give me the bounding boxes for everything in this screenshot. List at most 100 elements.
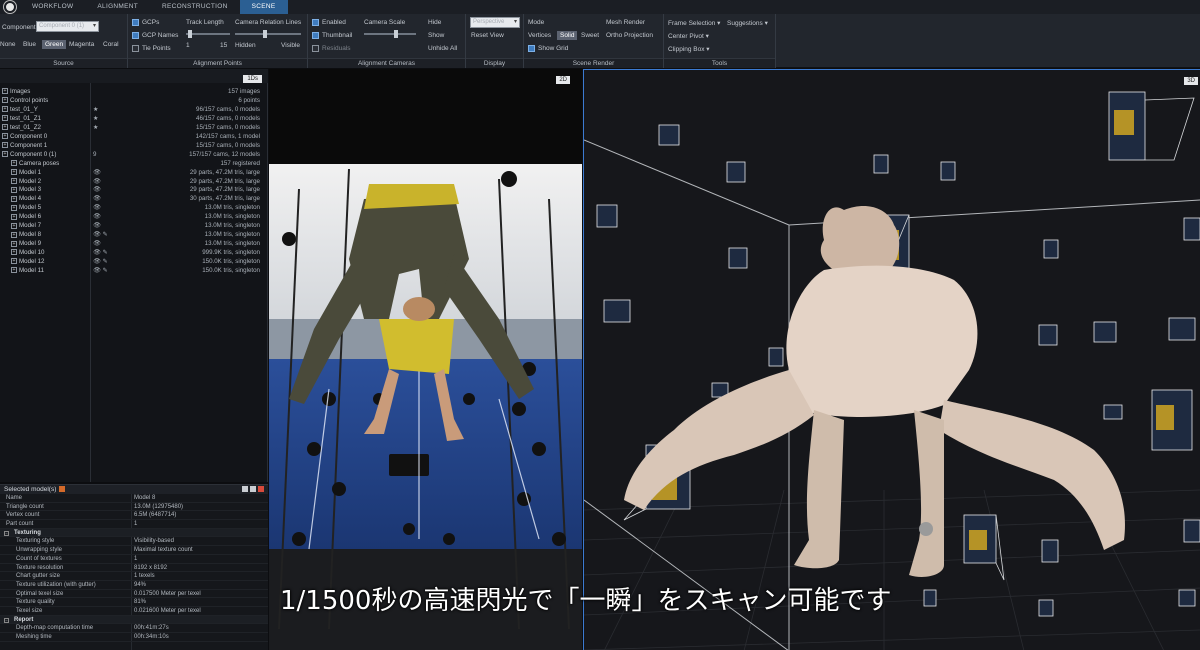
- tree-row-flag-icon[interactable]: 👁: [93, 168, 101, 177]
- tree-row-flag-icon[interactable]: 👁: [93, 221, 101, 230]
- expand-icon[interactable]: +: [2, 142, 8, 149]
- tree-row-flag-icon[interactable]: 👁: [93, 203, 101, 212]
- tree-row-flag-icon[interactable]: 9: [93, 150, 96, 159]
- color-magenta-button[interactable]: Magenta: [69, 41, 94, 48]
- view-projection-dropdown[interactable]: Perspective ▾: [470, 17, 520, 28]
- collapse-icon[interactable]: −: [4, 617, 9, 623]
- gcp-names-checkbox[interactable]: GCP Names: [132, 32, 178, 39]
- vertices-button[interactable]: Vertices: [528, 32, 551, 39]
- tree-row-flag-icon[interactable]: 👁 ✎: [93, 230, 108, 239]
- expand-icon[interactable]: +: [2, 88, 8, 95]
- tree-row-flag-icon[interactable]: 👁 ✎: [93, 266, 108, 275]
- camera-scale-slider[interactable]: [364, 30, 416, 38]
- tree-row[interactable]: + Model 5 👁 13.0M tris, singleton: [0, 203, 266, 212]
- maximize-icon[interactable]: [250, 486, 256, 492]
- tree-row-flag-icon[interactable]: ★: [93, 114, 99, 123]
- expand-icon[interactable]: +: [11, 186, 17, 193]
- tree-row[interactable]: + Model 3 👁 29 parts, 47.2M tris, large: [0, 185, 266, 194]
- tree-row[interactable]: + Model 7 👁 13.0M tris, singleton: [0, 221, 266, 230]
- expand-icon[interactable]: +: [2, 133, 8, 140]
- expand-icon[interactable]: +: [11, 267, 17, 274]
- residuals-checkbox[interactable]: Residuals: [312, 45, 351, 52]
- color-none-button[interactable]: None: [0, 41, 16, 48]
- tree-row[interactable]: + test_01_Z2 ★ 15/157 cams, 0 models: [0, 123, 266, 132]
- expand-icon[interactable]: +: [11, 222, 17, 229]
- expand-icon[interactable]: +: [11, 168, 17, 175]
- camera-relation-slider[interactable]: [235, 30, 301, 38]
- clipping-box-button[interactable]: Clipping Box ▾: [668, 45, 710, 53]
- center-pivot-button[interactable]: Center Pivot ▾: [668, 32, 709, 40]
- tree-row-flag-icon[interactable]: 👁: [93, 212, 101, 221]
- expand-icon[interactable]: +: [2, 115, 8, 122]
- pin-icon[interactable]: [242, 486, 248, 492]
- collapse-icon[interactable]: −: [4, 530, 9, 536]
- tree-row[interactable]: + Camera poses 157 registered: [0, 159, 266, 168]
- 3d-scene-view[interactable]: 3D: [583, 69, 1200, 650]
- tree-row-flag-icon[interactable]: 👁: [93, 185, 101, 194]
- tree-1ds-button[interactable]: 1Ds: [243, 75, 262, 83]
- expand-icon[interactable]: +: [11, 240, 17, 247]
- tab-reconstruction[interactable]: RECONSTRUCTION: [150, 0, 240, 14]
- expand-icon[interactable]: +: [2, 106, 8, 113]
- close-icon[interactable]: [258, 486, 264, 492]
- tree-row[interactable]: + Model 1 👁 29 parts, 47.2M tris, large: [0, 168, 266, 177]
- enabled-checkbox[interactable]: Enabled: [312, 19, 346, 26]
- tab-scene[interactable]: SCENE: [239, 0, 288, 14]
- expand-icon[interactable]: +: [11, 159, 17, 166]
- tab-workflow[interactable]: WORKFLOW: [20, 0, 85, 14]
- component-dropdown[interactable]: Component 0 (1) ▾: [36, 21, 99, 32]
- tab-alignment[interactable]: ALIGNMENT: [85, 0, 150, 14]
- gcps-checkbox[interactable]: GCPs: [132, 19, 159, 26]
- tree-row[interactable]: + test_01_Y ★ 96/157 cams, 0 models: [0, 105, 266, 114]
- expand-icon[interactable]: +: [2, 151, 8, 157]
- tree-row[interactable]: + Model 12 👁 ✎ 150.0K tris, singleton: [0, 257, 266, 266]
- tree-row[interactable]: + Images 157 images: [0, 87, 266, 96]
- tree-row[interactable]: + Model 4 👁 30 parts, 47.2M tris, large: [0, 194, 266, 203]
- tree-row[interactable]: + Model 11 👁 ✎ 150.0K tris, singleton: [0, 266, 266, 275]
- show-button[interactable]: Show: [428, 32, 444, 39]
- tree-row[interactable]: + Model 8 👁 ✎ 13.0M tris, singleton: [0, 230, 266, 239]
- expand-icon[interactable]: +: [11, 213, 17, 220]
- tree-row[interactable]: + Model 10 👁 ✎ 999.9K tris, singleton: [0, 248, 266, 257]
- mesh-render-button[interactable]: Mesh Render: [606, 19, 645, 26]
- tree-row-flag-icon[interactable]: 👁 ✎: [93, 257, 108, 266]
- view-2d-badge[interactable]: 2D: [556, 76, 570, 84]
- reset-view-button[interactable]: Reset View: [471, 32, 504, 39]
- unhide-all-button[interactable]: Unhide All: [428, 45, 457, 52]
- solid-button[interactable]: Solid: [557, 31, 578, 40]
- tree-row[interactable]: + Component 0 142/157 cams, 1 model: [0, 132, 266, 141]
- color-coral-button[interactable]: Coral: [103, 41, 119, 48]
- hide-button[interactable]: Hide: [428, 19, 441, 26]
- tree-row[interactable]: + Control points 6 points: [0, 96, 266, 105]
- tree-row[interactable]: + Component 0 (1) 9 157/157 cams, 12 models: [0, 150, 266, 159]
- expand-icon[interactable]: +: [11, 177, 17, 184]
- tree-row[interactable]: + Model 2 👁 29 parts, 47.2M tris, large: [0, 177, 266, 186]
- view-3d-badge[interactable]: 3D: [1184, 77, 1198, 85]
- expand-icon[interactable]: +: [2, 124, 8, 131]
- tree-row-flag-icon[interactable]: ★: [93, 123, 99, 132]
- sweet-button[interactable]: Sweet: [581, 32, 599, 39]
- tree-row[interactable]: + Model 9 👁 13.0M tris, singleton: [0, 239, 266, 248]
- thumbnail-checkbox[interactable]: Thumbnail: [312, 32, 352, 39]
- expand-icon[interactable]: +: [2, 97, 8, 104]
- tree-row[interactable]: + Component 1 15/157 cams, 0 models: [0, 141, 266, 150]
- expand-icon[interactable]: +: [11, 249, 17, 256]
- suggestions-button[interactable]: Suggestions ▾: [727, 19, 768, 27]
- tree-row-flag-icon[interactable]: 👁: [93, 177, 101, 186]
- expand-icon[interactable]: +: [11, 195, 17, 202]
- expand-icon[interactable]: +: [11, 231, 17, 238]
- ortho-projection-button[interactable]: Ortho Projection: [606, 32, 653, 39]
- tree-row-flag-icon[interactable]: 👁 ✎: [93, 248, 108, 257]
- tie-points-checkbox[interactable]: Tie Points: [132, 45, 171, 52]
- tree-row[interactable]: + Model 6 👁 13.0M tris, singleton: [0, 212, 266, 221]
- color-green-button[interactable]: Green: [42, 40, 67, 49]
- property-section[interactable]: − Texturing: [0, 528, 268, 538]
- 2d-image-view[interactable]: 2D: [269, 69, 582, 650]
- frame-selection-button[interactable]: Frame Selection ▾: [668, 19, 720, 27]
- tree-row-flag-icon[interactable]: 👁: [93, 239, 101, 248]
- expand-icon[interactable]: +: [11, 258, 17, 265]
- app-logo-icon[interactable]: [0, 0, 20, 14]
- show-grid-checkbox[interactable]: Show Grid: [528, 45, 568, 52]
- tree-row[interactable]: + test_01_Z1 ★ 46/157 cams, 0 models: [0, 114, 266, 123]
- color-blue-button[interactable]: Blue: [23, 41, 36, 48]
